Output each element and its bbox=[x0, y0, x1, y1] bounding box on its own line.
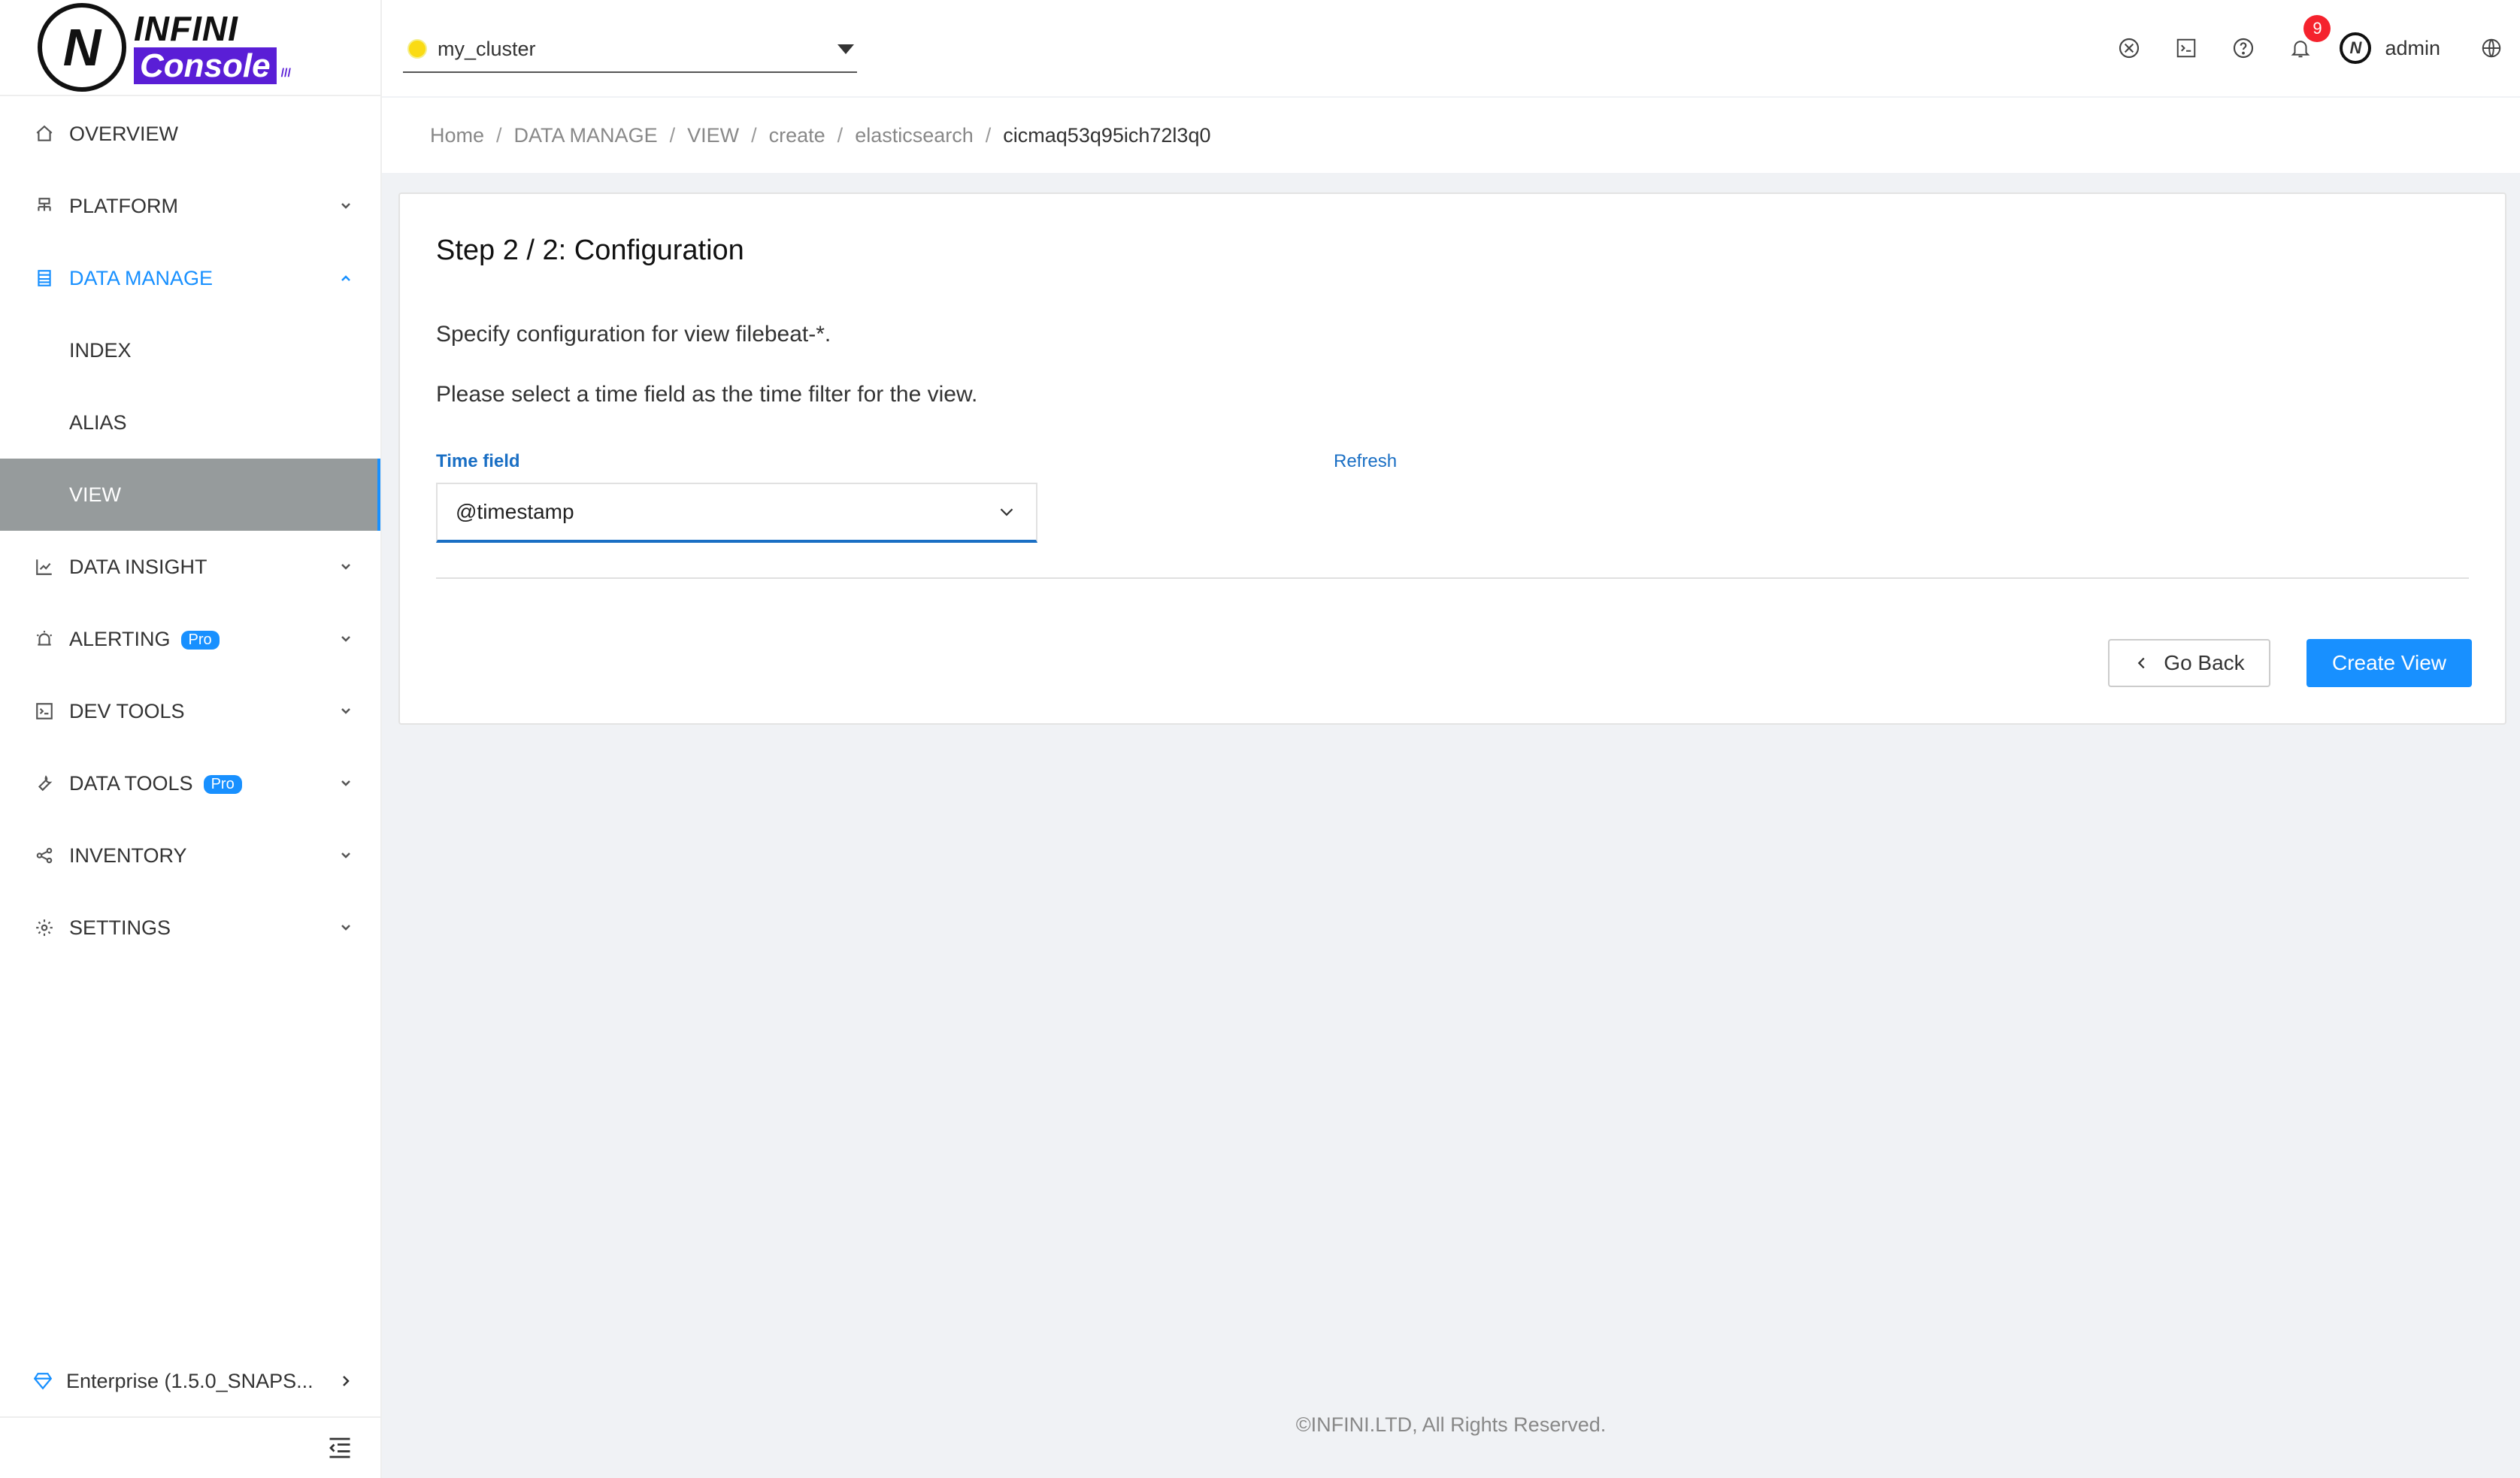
caret-down-icon bbox=[837, 44, 854, 54]
instruction-text: Please select a time field as the time f… bbox=[436, 382, 978, 407]
breadcrumb-view[interactable]: VIEW bbox=[687, 124, 739, 147]
sidebar-item-label: ALIAS bbox=[69, 410, 127, 434]
logo-top-text: INFINI bbox=[134, 9, 238, 48]
sidebar-item-label: DEV TOOLS bbox=[69, 699, 185, 722]
share-icon bbox=[33, 844, 56, 867]
sidebar: N INFINI Console/// OVERVIEW PLATFORM DA… bbox=[0, 0, 382, 1478]
pro-badge: Pro bbox=[203, 774, 242, 794]
logo[interactable]: N INFINI Console/// bbox=[0, 0, 380, 96]
sidebar-item-label: INDEX bbox=[69, 338, 132, 362]
pro-badge: Pro bbox=[180, 630, 220, 650]
view-description: Specify configuration for view filebeat-… bbox=[436, 322, 831, 347]
terminal-icon[interactable] bbox=[2158, 0, 2215, 96]
sidebar-item-data-manage[interactable]: DATA MANAGE bbox=[0, 242, 380, 314]
notification-badge: 9 bbox=[2303, 15, 2331, 42]
chevron-down-icon bbox=[1000, 508, 1013, 516]
database-icon bbox=[33, 267, 56, 289]
bell-icon[interactable]: 9 bbox=[2272, 0, 2331, 96]
cluster-name: my_cluster bbox=[438, 37, 536, 60]
chevron-down-icon bbox=[341, 636, 350, 642]
sidebar-item-label: OVERVIEW bbox=[69, 122, 179, 145]
sidebar-item-label: DATA MANAGE bbox=[69, 266, 214, 289]
time-field-value: @timestamp bbox=[456, 500, 574, 523]
diamond-icon bbox=[33, 1373, 53, 1390]
breadcrumb-data-manage[interactable]: DATA MANAGE bbox=[514, 124, 658, 147]
version-label: Enterprise (1.5.0_SNAPS... bbox=[66, 1369, 313, 1392]
sidebar-item-label: INVENTORY bbox=[69, 843, 187, 867]
sidebar-item-data-insight[interactable]: DATA INSIGHT bbox=[0, 531, 380, 603]
breadcrumb-separator: / bbox=[669, 123, 676, 147]
user-menu[interactable]: N admin bbox=[2340, 32, 2440, 64]
create-view-button[interactable]: Create View bbox=[2306, 639, 2472, 687]
time-field-select[interactable]: @timestamp bbox=[436, 483, 1037, 543]
breadcrumb-home[interactable]: Home bbox=[430, 124, 484, 147]
breadcrumb-create[interactable]: create bbox=[769, 124, 825, 147]
avatar: N bbox=[2340, 32, 2372, 64]
breadcrumb-separator: / bbox=[751, 123, 757, 147]
logo-slash-icon: /// bbox=[280, 67, 291, 80]
chevron-down-icon bbox=[341, 853, 350, 859]
globe-icon[interactable] bbox=[2463, 0, 2520, 96]
go-back-button[interactable]: Go Back bbox=[2108, 639, 2270, 687]
chart-icon bbox=[33, 556, 56, 578]
sidebar-item-inventory[interactable]: INVENTORY bbox=[0, 819, 380, 892]
chevron-right-icon bbox=[343, 1376, 350, 1386]
page-title: Step 2 / 2: Configuration bbox=[436, 235, 744, 266]
sidebar-item-alerting[interactable]: ALERTING Pro bbox=[0, 603, 380, 675]
chevron-left-icon bbox=[2138, 657, 2145, 669]
version-info[interactable]: Enterprise (1.5.0_SNAPS... bbox=[0, 1346, 380, 1418]
breadcrumb-separator: / bbox=[985, 123, 992, 147]
sidebar-item-dev-tools[interactable]: DEV TOOLS bbox=[0, 675, 380, 747]
footer-copyright: ©INFINI.LTD, All Rights Reserved. bbox=[1295, 1413, 1607, 1436]
time-field-label: Time field bbox=[436, 451, 520, 471]
sidebar-item-view[interactable]: VIEW bbox=[0, 459, 380, 531]
sidebar-item-settings[interactable]: SETTINGS bbox=[0, 892, 380, 964]
cluster-select[interactable]: my_cluster bbox=[403, 26, 857, 73]
go-back-label: Go Back bbox=[2164, 651, 2245, 674]
home-icon bbox=[33, 123, 56, 145]
top-header: my_cluster 9 N admin bbox=[382, 0, 2520, 96]
breadcrumb-separator: / bbox=[837, 123, 844, 147]
cluster-icon bbox=[33, 195, 56, 217]
breadcrumb-current: cicmaq53q95ich72l3q0 bbox=[1003, 123, 1211, 147]
sidebar-item-label: DATA INSIGHT bbox=[69, 555, 207, 578]
chevron-down-icon bbox=[341, 925, 350, 931]
sidebar-item-data-tools[interactable]: DATA TOOLS Pro bbox=[0, 747, 380, 819]
sidebar-item-label: DATA TOOLS bbox=[69, 771, 193, 795]
terminal-icon bbox=[33, 700, 56, 722]
sidebar-item-label: SETTINGS bbox=[69, 916, 171, 939]
chevron-down-icon bbox=[341, 708, 350, 714]
gear-icon bbox=[33, 916, 56, 939]
logo-bottom-text: Console bbox=[134, 47, 277, 84]
chevron-up-icon bbox=[341, 275, 350, 281]
chevron-down-icon bbox=[341, 780, 350, 786]
divider bbox=[436, 577, 2469, 579]
sidebar-item-platform[interactable]: PLATFORM bbox=[0, 170, 380, 242]
collapse-menu-icon[interactable] bbox=[325, 1434, 355, 1461]
alarm-icon bbox=[33, 628, 56, 650]
refresh-link[interactable]: Refresh bbox=[1334, 451, 1397, 472]
sidebar-item-index[interactable]: INDEX bbox=[0, 314, 380, 386]
sidebar-item-overview[interactable]: OVERVIEW bbox=[0, 98, 380, 170]
create-view-label: Create View bbox=[2331, 651, 2446, 674]
sidebar-nav: OVERVIEW PLATFORM DATA MANAGE INDEX ALIA… bbox=[0, 98, 380, 964]
username: admin bbox=[2385, 36, 2440, 59]
sidebar-item-label: ALERTING bbox=[69, 627, 171, 650]
sidebar-item-label: VIEW bbox=[69, 483, 122, 506]
breadcrumb-elasticsearch[interactable]: elasticsearch bbox=[855, 124, 974, 147]
cluster-status-dot bbox=[407, 39, 427, 59]
logo-mark-icon: N bbox=[38, 3, 126, 92]
sidebar-item-alias[interactable]: ALIAS bbox=[0, 386, 380, 459]
plugin-icon[interactable] bbox=[2101, 0, 2158, 96]
breadcrumb: Home / DATA MANAGE / VIEW / create / ela… bbox=[382, 98, 2520, 173]
chevron-down-icon bbox=[341, 203, 350, 209]
wrench-icon bbox=[33, 772, 56, 795]
chevron-down-icon bbox=[341, 564, 350, 570]
configuration-card: Step 2 / 2: Configuration Specify config… bbox=[398, 192, 2506, 725]
breadcrumb-separator: / bbox=[496, 123, 502, 147]
sidebar-item-label: PLATFORM bbox=[69, 194, 179, 217]
help-icon[interactable] bbox=[2215, 0, 2272, 96]
